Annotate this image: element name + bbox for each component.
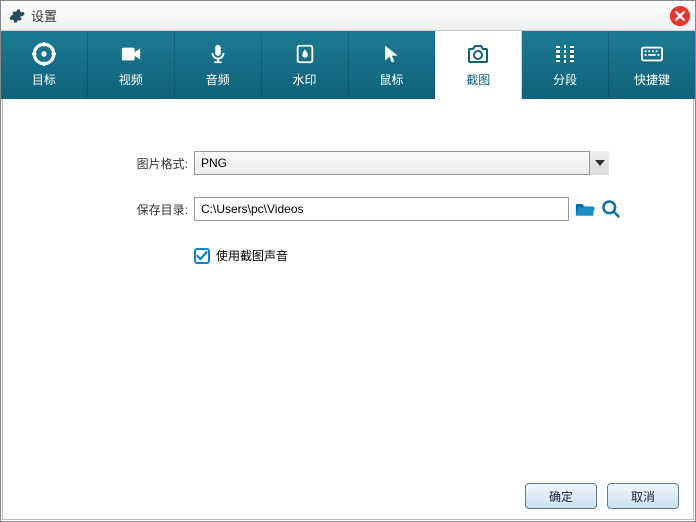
tab-video[interactable]: 视频 bbox=[88, 31, 175, 99]
tab-watermark[interactable]: 水印 bbox=[262, 31, 349, 99]
microphone-icon bbox=[204, 42, 232, 66]
search-icon[interactable] bbox=[601, 199, 621, 219]
titlebar: 设置 bbox=[1, 1, 695, 31]
close-button[interactable] bbox=[669, 5, 691, 27]
tab-label: 快捷键 bbox=[634, 71, 670, 88]
camera-icon bbox=[464, 42, 492, 66]
image-format-select[interactable] bbox=[194, 151, 609, 175]
cursor-icon bbox=[377, 42, 405, 66]
tabbar: 目标 视频 音频 水印 鼠标 截图 分段 bbox=[1, 31, 695, 99]
target-icon bbox=[30, 42, 58, 66]
tab-hotkey[interactable]: 快捷键 bbox=[609, 31, 695, 99]
keyboard-icon bbox=[638, 42, 666, 66]
tab-label: 音频 bbox=[206, 71, 230, 88]
tab-label: 分段 bbox=[553, 71, 577, 88]
cancel-button[interactable]: 取消 bbox=[607, 483, 679, 509]
save-dir-input[interactable] bbox=[194, 197, 569, 221]
sound-checkbox-label: 使用截图声音 bbox=[216, 247, 288, 264]
tab-label: 视频 bbox=[119, 71, 143, 88]
tab-label: 鼠标 bbox=[379, 71, 403, 88]
tab-label: 截图 bbox=[466, 71, 490, 88]
tab-segment[interactable]: 分段 bbox=[522, 31, 609, 99]
gear-icon bbox=[9, 8, 25, 24]
segment-icon bbox=[551, 42, 579, 66]
tab-mouse[interactable]: 鼠标 bbox=[349, 31, 436, 99]
ok-button[interactable]: 确定 bbox=[525, 483, 597, 509]
sound-checkbox[interactable] bbox=[194, 248, 210, 264]
tab-screenshot[interactable]: 截图 bbox=[435, 31, 522, 99]
folder-icon[interactable] bbox=[575, 199, 595, 219]
tab-label: 目标 bbox=[32, 71, 56, 88]
tab-audio[interactable]: 音频 bbox=[175, 31, 262, 99]
tab-label: 水印 bbox=[293, 71, 317, 88]
window-title: 设置 bbox=[31, 6, 57, 25]
save-dir-label: 保存目录: bbox=[123, 201, 188, 218]
image-format-label: 图片格式: bbox=[123, 155, 188, 172]
video-icon bbox=[117, 42, 145, 66]
content-panel: 图片格式: 保存目录: 使用截图声音 确定 取消 bbox=[2, 99, 694, 520]
tab-target[interactable]: 目标 bbox=[1, 31, 88, 99]
watermark-icon bbox=[291, 42, 319, 66]
